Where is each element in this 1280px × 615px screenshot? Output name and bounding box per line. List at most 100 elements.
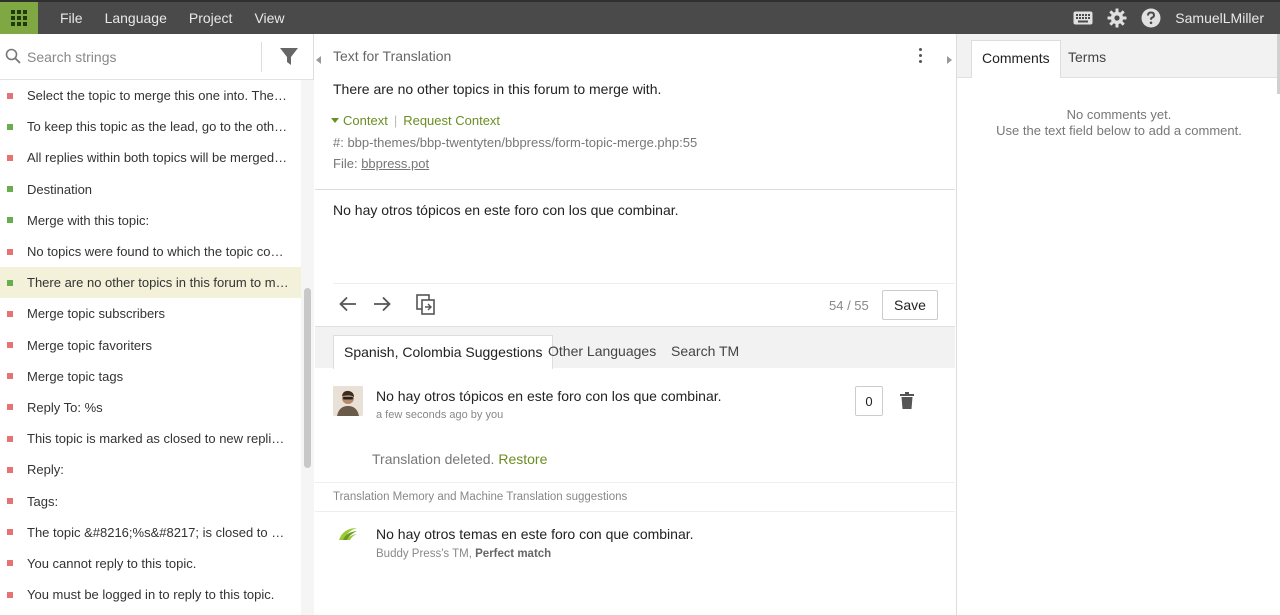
trash-icon[interactable] — [900, 392, 914, 412]
more-options-icon[interactable] — [919, 48, 922, 66]
string-row[interactable]: You must be logged in to reply to this t… — [0, 579, 301, 610]
status-indicator — [7, 560, 13, 567]
editor-title: Text for Translation — [333, 48, 452, 64]
string-row[interactable]: Reply To: %s — [0, 392, 301, 423]
apps-button[interactable] — [0, 2, 38, 34]
string-text: Tags: — [27, 493, 59, 509]
string-row[interactable]: The topic &#8216;%s&#8217; is closed to … — [0, 517, 301, 548]
string-text: Reply: — [27, 462, 64, 478]
divider — [315, 189, 955, 190]
string-counter: 54 / 55 — [829, 298, 869, 313]
tab-comments[interactable]: Comments — [971, 40, 1061, 78]
string-row[interactable]: Merge with this topic: — [0, 205, 301, 236]
collapse-right-icon[interactable] — [946, 52, 952, 67]
string-row[interactable]: There are no other topics in this forum … — [0, 267, 301, 299]
editor-panel: Text for Translation There are no other … — [315, 34, 955, 615]
string-row[interactable]: You cannot reply to this topic. — [0, 548, 301, 579]
menu-language[interactable]: Language — [94, 2, 178, 34]
translation-input[interactable]: No hay otros tópicos en este foro con lo… — [333, 202, 679, 218]
suggestion-meta: a few seconds ago by you — [376, 409, 504, 421]
string-row[interactable]: Tags: — [0, 485, 301, 516]
tab-other-languages[interactable]: Other Languages — [548, 335, 656, 369]
help-icon[interactable] — [1141, 8, 1161, 28]
tm-header: Translation Memory and Machine Translati… — [315, 482, 955, 512]
string-text: To keep this topic as the lead, go to th… — [27, 119, 289, 135]
tm-suggestion-text: No hay otros temas en este foro con que … — [376, 526, 694, 542]
search-input[interactable] — [27, 48, 247, 65]
top-bar: File Language Project View SamuelLMiller — [0, 0, 1280, 34]
divider — [333, 283, 955, 284]
status-indicator — [7, 435, 13, 442]
string-text: All replies within both topics will be m… — [27, 150, 289, 166]
context-row: Context | Request Context — [331, 113, 500, 128]
strings-scrollbar[interactable] — [301, 80, 314, 615]
comments-panel: Comments Terms No comments yet. Use the … — [956, 34, 1280, 615]
context-separator: | — [393, 113, 398, 128]
tab-suggestions[interactable]: Spanish, Colombia Suggestions — [333, 335, 554, 369]
tab-terms[interactable]: Terms — [1068, 40, 1106, 78]
string-row[interactable]: Select the topic to merge this one into.… — [0, 80, 301, 111]
string-text: Select the topic to merge this one into.… — [27, 88, 289, 104]
status-indicator — [7, 92, 13, 99]
status-indicator — [7, 217, 13, 224]
keyboard-icon[interactable] — [1073, 11, 1093, 25]
tab-search-tm[interactable]: Search TM — [671, 335, 739, 369]
string-text: Merge with this topic: — [27, 212, 150, 228]
string-row[interactable]: This topic is marked as closed to new re… — [0, 423, 301, 454]
status-indicator — [7, 123, 13, 130]
string-text: Destination — [27, 181, 93, 197]
string-text: No topics were found to which the topic … — [27, 244, 289, 260]
string-row[interactable]: Destination — [0, 174, 301, 205]
suggestion-tabs: Spanish, Colombia Suggestions Other Lang… — [315, 326, 955, 369]
string-row[interactable]: Merge topic subscribers — [0, 298, 301, 329]
string-row[interactable]: Merge topic favoriters — [0, 330, 301, 361]
copy-source-icon[interactable] — [416, 294, 436, 319]
status-indicator — [7, 310, 13, 317]
tm-match: Perfect match — [475, 548, 552, 560]
status-indicator — [7, 154, 13, 161]
source-string: There are no other topics in this forum … — [333, 81, 662, 97]
status-indicator — [7, 498, 13, 505]
user-name[interactable]: SamuelLMiller — [1175, 10, 1264, 26]
previous-string-button[interactable] — [339, 296, 357, 315]
apps-grid-icon — [11, 10, 27, 26]
status-indicator — [7, 373, 13, 380]
suggestion-text: No hay otros tópicos en este foro con lo… — [376, 388, 722, 404]
restore-link[interactable]: Restore — [498, 451, 547, 467]
menu-project[interactable]: Project — [178, 2, 244, 34]
request-context-link[interactable]: Request Context — [403, 113, 500, 128]
save-button[interactable]: Save — [882, 290, 938, 320]
string-text: There are no other topics in this forum … — [27, 275, 289, 291]
filter-icon[interactable] — [279, 47, 299, 70]
topbar-right: SamuelLMiller — [1059, 2, 1264, 34]
status-indicator — [7, 279, 13, 286]
string-row[interactable]: Merge topic tags — [0, 361, 301, 392]
menu-file[interactable]: File — [49, 2, 94, 34]
no-comments-hint: Use the text field below to add a commen… — [996, 123, 1242, 138]
menu-view[interactable]: View — [243, 2, 295, 34]
tm-suggestion-meta: Buddy Press's TM, Perfect match — [376, 548, 551, 560]
string-row[interactable]: To keep this topic as the lead, go to th… — [0, 111, 301, 142]
context-caret-icon[interactable] — [331, 118, 339, 123]
status-indicator — [7, 404, 13, 411]
file-label: File: — [333, 156, 358, 171]
strings-scrollbar-thumb[interactable] — [304, 288, 311, 468]
tm-header-label: Translation Memory and Machine Translati… — [333, 491, 628, 503]
string-row[interactable]: No topics were found to which the topic … — [0, 236, 301, 267]
vote-count[interactable]: 0 — [855, 386, 883, 416]
tm-logo-icon — [337, 526, 359, 545]
status-indicator — [7, 186, 13, 193]
context-toggle[interactable]: Context — [343, 113, 388, 128]
string-row[interactable]: All replies within both topics will be m… — [0, 142, 301, 173]
next-string-button[interactable] — [373, 296, 391, 315]
collapse-left-icon[interactable] — [316, 52, 322, 67]
no-comments-title: No comments yet. — [1066, 107, 1172, 122]
file-link[interactable]: bbpress.pot — [361, 156, 429, 171]
file-line: File: bbpress.pot — [333, 156, 429, 171]
status-indicator — [7, 342, 13, 349]
right-tabs: Comments Terms — [957, 34, 1280, 94]
gear-icon[interactable] — [1107, 8, 1127, 28]
avatar — [333, 386, 363, 416]
deleted-text: Translation deleted. — [372, 451, 495, 467]
string-row[interactable]: Reply: — [0, 454, 301, 485]
